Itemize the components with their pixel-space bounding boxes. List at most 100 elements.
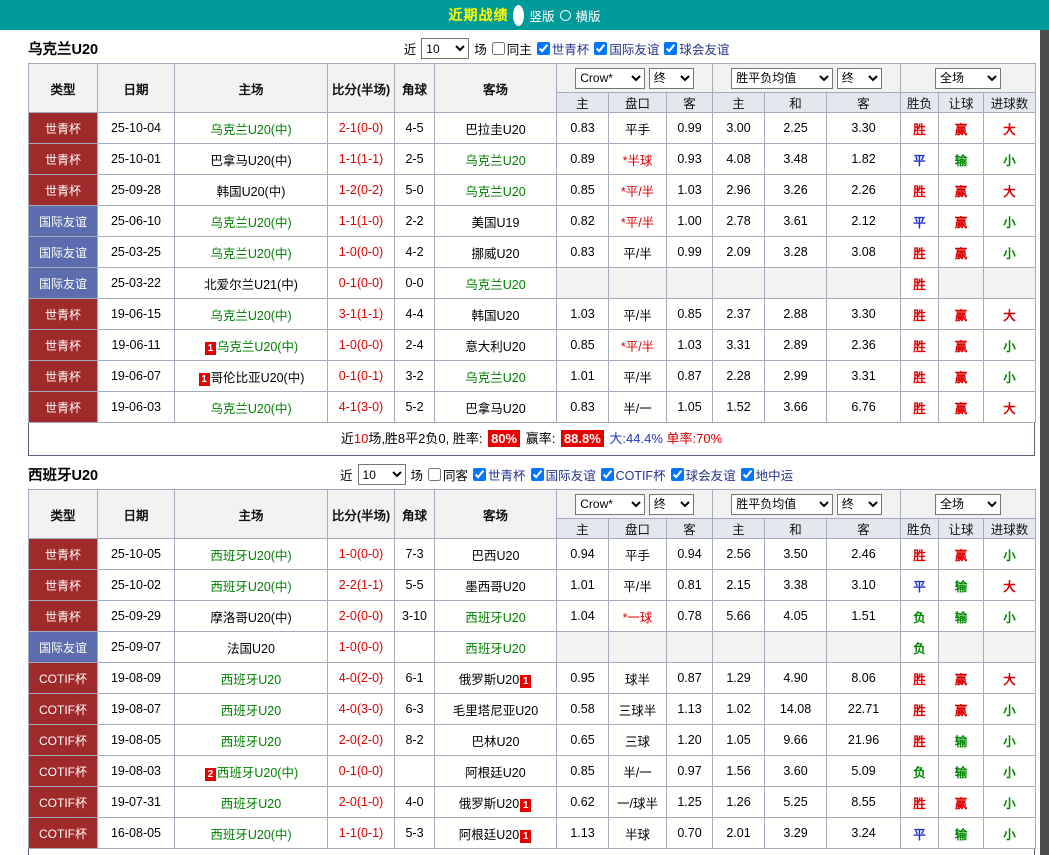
result-goals: 小: [984, 206, 1036, 237]
ah-time-select[interactable]: 终: [649, 68, 694, 89]
away-team: 毛里塔尼亚U20: [435, 694, 557, 725]
result-goals: [984, 632, 1036, 663]
filter-checkbox-同主[interactable]: 同主: [492, 39, 532, 58]
sections-container: 乌克兰U20 近 10 场 同主世青杯国际友谊球会友谊 类型日期主场比分(半场)…: [0, 32, 1049, 855]
result-goals: 大: [984, 392, 1036, 423]
match-date: 25-09-29: [98, 601, 175, 632]
matches-table: 类型日期主场比分(半场)角球客场 Crow* 终 胜平负均值 终 全场 主盘口客…: [28, 489, 1036, 849]
eu-home-odds: 2.96: [713, 175, 765, 206]
result-handicap: 输: [939, 818, 984, 849]
match-date: 19-08-07: [98, 694, 175, 725]
checkbox-label[interactable]: 世青杯: [552, 39, 590, 58]
checkbox-国际友谊[interactable]: [594, 42, 607, 55]
away-team-name: 阿根廷U20: [465, 766, 525, 780]
checkbox-世青杯[interactable]: [537, 42, 550, 55]
scrollbar[interactable]: [1040, 30, 1049, 855]
checkbox-同主[interactable]: [492, 42, 505, 55]
filter-checkbox-国际友谊[interactable]: 国际友谊: [531, 465, 596, 484]
corners: 5-0: [395, 175, 435, 206]
odds-company-select[interactable]: Crow*: [575, 68, 645, 89]
filter-checkbox-国际友谊[interactable]: 国际友谊: [594, 39, 659, 58]
europe-odds-select[interactable]: 胜平负均值: [731, 68, 833, 89]
ah-away-odds: 1.20: [667, 725, 713, 756]
checkbox-label[interactable]: 球会友谊: [686, 465, 736, 484]
checkbox-label[interactable]: 地中运: [756, 465, 794, 484]
filter-checkbox-地中运[interactable]: 地中运: [741, 465, 794, 484]
ah-away-odds: 0.87: [667, 361, 713, 392]
recent-count-select[interactable]: 10: [421, 38, 469, 59]
checkbox-球会友谊[interactable]: [671, 468, 684, 481]
home-team: 西班牙U20: [175, 663, 328, 694]
checkbox-label[interactable]: 国际友谊: [609, 39, 659, 58]
eu-draw-odds: 4.90: [765, 663, 827, 694]
match-row: 世青杯 25-10-04 乌克兰U20(中) 2-1(0-0) 4-5 巴拉圭U…: [29, 113, 1036, 144]
checkbox-COTIF杯[interactable]: [601, 468, 614, 481]
checkbox-label[interactable]: 国际友谊: [546, 465, 596, 484]
europe-time-select[interactable]: 终: [837, 68, 882, 89]
ah-away-odds: 0.99: [667, 113, 713, 144]
away-team-name: 俄罗斯U20: [459, 797, 519, 811]
away-team: 美国U19: [435, 206, 557, 237]
ah-line: 平/半: [609, 299, 667, 330]
checkbox-地中运[interactable]: [741, 468, 754, 481]
checkbox-国际友谊[interactable]: [531, 468, 544, 481]
checkbox-球会友谊[interactable]: [664, 42, 677, 55]
filter-checkbox-世青杯[interactable]: 世青杯: [473, 465, 526, 484]
ah-time-select[interactable]: 终: [649, 494, 694, 515]
score-halftime: 1-0(0-0): [328, 330, 395, 361]
away-team-name: 巴拉圭U20: [465, 123, 525, 137]
checkbox-label[interactable]: 同主: [507, 39, 532, 58]
home-team-name: 巴拿马U20(中): [210, 154, 291, 168]
checkbox-label[interactable]: 球会友谊: [679, 39, 729, 58]
competition-badge: 世青杯: [29, 113, 98, 144]
filter-checkbox-世青杯[interactable]: 世青杯: [537, 39, 590, 58]
eu-home-odds: 1.52: [713, 392, 765, 423]
result-goals: 小: [984, 361, 1036, 392]
orientation-label[interactable]: 横版: [576, 6, 601, 25]
eu-away-odds: 3.10: [827, 570, 901, 601]
eu-home-odds: 2.28: [713, 361, 765, 392]
europe-odds-select[interactable]: 胜平负均值: [731, 494, 833, 515]
filter-checkbox-球会友谊[interactable]: 球会友谊: [671, 465, 736, 484]
away-team: 西班牙U20: [435, 632, 557, 663]
checkbox-世青杯[interactable]: [473, 468, 486, 481]
match-row: COTIF杯 19-07-31 西班牙U20 2-0(1-0) 4-0 俄罗斯U…: [29, 787, 1036, 818]
home-team-name: 韩国U20(中): [217, 185, 286, 199]
home-team: 2西班牙U20(中): [175, 756, 328, 787]
filter-checkbox-同客[interactable]: 同客: [428, 465, 468, 484]
orientation-label[interactable]: 竖版: [529, 6, 554, 25]
score-halftime: 1-1(0-1): [328, 818, 395, 849]
score-halftime: 2-0(0-0): [328, 601, 395, 632]
away-team: 俄罗斯U201: [435, 663, 557, 694]
recent-count-select[interactable]: 10: [358, 464, 406, 485]
corners: 8-2: [395, 725, 435, 756]
col-header: 类型: [29, 64, 98, 113]
score-halftime: 4-1(3-0): [328, 392, 395, 423]
score-halftime: 3-1(1-1): [328, 299, 395, 330]
checkbox-label[interactable]: COTIF杯: [616, 465, 666, 484]
eu-draw-odds: 2.99: [765, 361, 827, 392]
europe-time-select[interactable]: 终: [837, 494, 882, 515]
away-team-name: 巴西U20: [472, 549, 520, 563]
away-team-name: 乌克兰U20: [465, 371, 525, 385]
eu-home-odds: 2.15: [713, 570, 765, 601]
odds-company-select[interactable]: Crow*: [575, 494, 645, 515]
ah-home-odds: 1.03: [557, 299, 609, 330]
checkbox-label[interactable]: 世青杯: [488, 465, 526, 484]
sub-header: 盘口: [609, 93, 667, 113]
scope-select[interactable]: 全场: [935, 494, 1001, 515]
checkbox-同客[interactable]: [428, 468, 441, 481]
checkbox-label[interactable]: 同客: [443, 465, 468, 484]
filter-checkbox-COTIF杯[interactable]: COTIF杯: [601, 465, 666, 484]
competition-badge: 世青杯: [29, 361, 98, 392]
col-header: 比分(半场): [328, 490, 395, 539]
orientation-radio-selected[interactable]: [513, 5, 524, 26]
scope-select[interactable]: 全场: [935, 68, 1001, 89]
home-team-name: 乌克兰U20(中): [210, 216, 291, 230]
ah-away-odds: 0.85: [667, 299, 713, 330]
corners: 2-5: [395, 144, 435, 175]
filter-checkbox-球会友谊[interactable]: 球会友谊: [664, 39, 729, 58]
home-team-name: 西班牙U20: [221, 704, 281, 718]
result-goals: 大: [984, 113, 1036, 144]
orientation-radio-unselected[interactable]: [560, 10, 571, 21]
